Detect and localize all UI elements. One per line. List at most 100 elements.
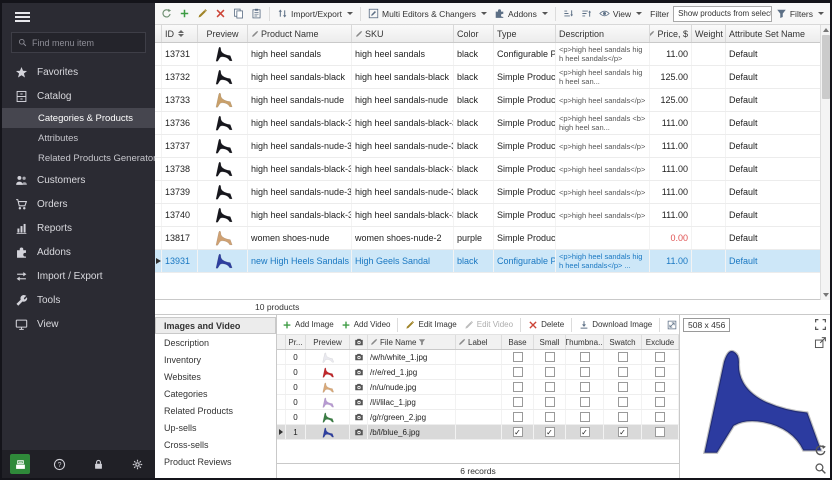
import-export-menu[interactable]: Import/Export xyxy=(274,6,356,21)
copy-button[interactable] xyxy=(230,6,247,21)
open-external-button[interactable] xyxy=(814,336,827,349)
column-header-type[interactable]: Type xyxy=(494,25,556,42)
table-row[interactable]: 13737 high heel sandals-nude-36 high hee… xyxy=(155,135,830,158)
download-image-button[interactable]: Download Image xyxy=(576,318,655,332)
column-header-camera[interactable] xyxy=(350,335,368,349)
exclude-checkbox[interactable] xyxy=(655,412,665,422)
table-row[interactable]: 13740 high heel sandals-black-38 high he… xyxy=(155,204,830,227)
scrollbar-thumb[interactable] xyxy=(822,35,830,99)
column-header-color[interactable]: Color xyxy=(454,25,494,42)
paste-button[interactable] xyxy=(248,6,265,21)
column-header-attribute-set[interactable]: Attribute Set Name xyxy=(726,25,830,42)
view-menu[interactable]: View xyxy=(596,6,645,21)
sidebar-item-tools[interactable]: Tools xyxy=(2,288,155,312)
scroll-down-arrow-icon[interactable] xyxy=(823,293,829,297)
exclude-checkbox[interactable] xyxy=(655,352,665,362)
sidebar-item-reports[interactable]: Reports xyxy=(2,216,155,240)
exclude-checkbox[interactable] xyxy=(655,367,665,377)
tab-item[interactable]: Images and Video xyxy=(155,317,276,334)
sort-ascending-button[interactable] xyxy=(560,6,577,21)
column-header-base[interactable]: Base xyxy=(502,335,534,349)
small-checkbox[interactable] xyxy=(545,397,555,407)
column-header-file-name[interactable]: File Name xyxy=(368,335,456,349)
settings-button[interactable] xyxy=(127,454,147,474)
tab-item[interactable]: Description xyxy=(155,334,276,351)
menu-toggle[interactable] xyxy=(2,3,155,31)
swatch-checkbox[interactable] xyxy=(618,382,628,392)
swatch-checkbox[interactable] xyxy=(618,397,628,407)
table-row[interactable]: 13738 high heel sandals-black-37 high he… xyxy=(155,158,830,181)
sidebar-item-related-products-generator[interactable]: Related Products Generator xyxy=(2,148,155,168)
category-filter-select[interactable]: Show products from selected categories xyxy=(673,6,772,22)
small-checkbox[interactable] xyxy=(545,382,555,392)
column-header-sku[interactable]: SKU xyxy=(352,25,454,42)
swatch-checkbox[interactable] xyxy=(618,412,628,422)
thumbnail-checkbox[interactable] xyxy=(580,382,590,392)
tab-item[interactable]: Inventory xyxy=(155,351,276,368)
sidebar-item-customers[interactable]: Customers xyxy=(2,168,155,192)
add-image-button[interactable]: Add Image xyxy=(279,318,337,332)
column-header-image-preview[interactable]: Preview xyxy=(306,335,350,349)
swatch-checkbox[interactable] xyxy=(618,352,628,362)
multi-editors-menu[interactable]: Multi Editors & Changers xyxy=(365,6,490,21)
filters-menu[interactable]: Filters xyxy=(773,6,827,21)
table-row[interactable]: 13732 high heel sandals-black high heel … xyxy=(155,66,830,89)
base-checkbox[interactable] xyxy=(513,382,523,392)
thumbnail-checkbox[interactable] xyxy=(580,397,590,407)
tab-item[interactable]: Categories xyxy=(155,385,276,402)
edit-product-button[interactable] xyxy=(194,6,211,21)
thumbnail-checkbox[interactable] xyxy=(580,427,590,437)
column-header-swatch[interactable]: Swatch xyxy=(604,335,642,349)
column-header-small[interactable]: Small xyxy=(534,335,566,349)
thumbnail-checkbox[interactable] xyxy=(580,367,590,377)
help-button[interactable] xyxy=(49,454,69,474)
delete-product-button[interactable] xyxy=(212,6,229,21)
small-checkbox[interactable] xyxy=(545,352,555,362)
edit-video-button[interactable]: Edit Video xyxy=(461,318,516,332)
sidebar-item-addons[interactable]: Addons xyxy=(2,240,155,264)
column-header-price[interactable]: Price, $ xyxy=(650,25,692,42)
table-row[interactable]: 13931 new High Heels Sandals High Geels … xyxy=(155,250,830,273)
column-header-thumbnail[interactable]: Thumbna... xyxy=(566,335,604,349)
sidebar-item-orders[interactable]: Orders xyxy=(2,192,155,216)
scroll-up-arrow-icon[interactable] xyxy=(823,28,829,32)
table-row[interactable]: 13739 high heel sandals-nude-37 high hee… xyxy=(155,181,830,204)
rotate-button[interactable] xyxy=(814,444,827,457)
image-row[interactable]: 0 /r/e/red_1.jpg xyxy=(277,365,679,380)
exclude-checkbox[interactable] xyxy=(655,427,665,437)
sidebar-item-import-export[interactable]: Import / Export xyxy=(2,264,155,288)
base-checkbox[interactable] xyxy=(513,397,523,407)
zoom-button[interactable] xyxy=(814,462,827,475)
tab-item[interactable]: Product Reviews xyxy=(155,453,276,470)
store-button[interactable] xyxy=(10,454,30,474)
image-row[interactable]: 0 /g/r/green_2.jpg xyxy=(277,410,679,425)
column-header-description[interactable]: Description xyxy=(556,25,650,42)
tab-item[interactable]: Cross-sells xyxy=(155,436,276,453)
thumbnail-checkbox[interactable] xyxy=(580,412,590,422)
sort-descending-button[interactable] xyxy=(578,6,595,21)
tab-item[interactable]: Websites xyxy=(155,368,276,385)
table-row[interactable]: 13817 women shoes-nude women shoes-nude-… xyxy=(155,227,830,250)
refresh-button[interactable] xyxy=(158,6,175,21)
column-header-position[interactable]: Pr... xyxy=(286,335,306,349)
column-header-id[interactable]: ID xyxy=(162,25,198,42)
small-checkbox[interactable] xyxy=(545,367,555,377)
add-video-button[interactable]: Add Video xyxy=(338,318,394,332)
image-row[interactable]: 0 /l/i/lilac_1.jpg xyxy=(277,395,679,410)
small-checkbox[interactable] xyxy=(545,412,555,422)
swatch-checkbox[interactable] xyxy=(618,367,628,377)
swatch-checkbox[interactable] xyxy=(618,427,628,437)
table-row[interactable]: 13733 high heel sandals-nude high heel s… xyxy=(155,89,830,112)
image-row[interactable]: 1 /b/l/blue_6.jpg xyxy=(277,425,679,440)
sidebar-item-categories-products[interactable]: Categories & Products xyxy=(2,108,155,128)
column-header-product-name[interactable]: Product Name xyxy=(248,25,352,42)
tab-item[interactable]: Related Products xyxy=(155,402,276,419)
sidebar-item-view[interactable]: View xyxy=(2,312,155,336)
image-row[interactable]: 0 /w/h/white_1.jpg xyxy=(277,350,679,365)
sidebar-item-catalog[interactable]: Catalog xyxy=(2,84,155,108)
table-row[interactable]: 13736 high heel sandals-black-36 high he… xyxy=(155,112,830,135)
table-row[interactable]: 13731 high heel sandals high heel sandal… xyxy=(155,43,830,66)
search-input[interactable] xyxy=(32,38,139,48)
fullscreen-button[interactable] xyxy=(814,318,827,331)
edit-image-button[interactable]: Edit Image xyxy=(402,318,459,332)
